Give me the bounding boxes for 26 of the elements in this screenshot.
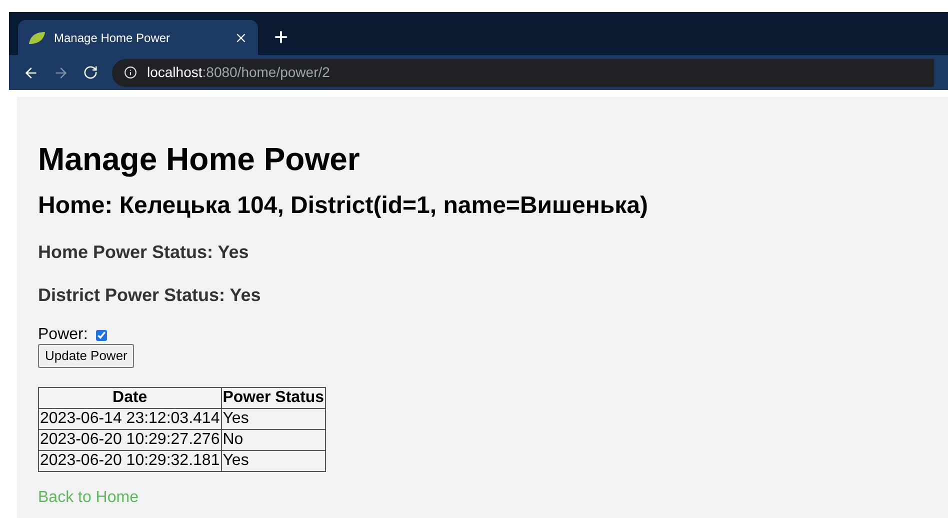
home-power-status: Home Power Status: Yes bbox=[38, 241, 249, 264]
leaf-icon bbox=[28, 30, 46, 44]
table-cell: 2023-06-20 10:29:27.276 bbox=[38, 429, 222, 450]
table-cell: 2023-06-14 23:12:03.414 bbox=[38, 408, 222, 429]
forward-icon[interactable] bbox=[53, 64, 69, 80]
info-icon bbox=[124, 66, 137, 79]
column-header: Date bbox=[38, 387, 222, 408]
table-cell: 2023-06-20 10:29:32.181 bbox=[38, 450, 222, 471]
reload-icon[interactable] bbox=[83, 65, 98, 80]
new-tab-icon[interactable] bbox=[272, 28, 290, 46]
home-heading: Home: Келецька 104, District(id=1, name=Вишенька) bbox=[38, 191, 648, 221]
back-icon[interactable] bbox=[23, 64, 39, 80]
table-cell: No bbox=[221, 429, 326, 450]
url-host: localhost bbox=[147, 64, 202, 80]
district-power-status: District Power Status: Yes bbox=[38, 284, 261, 306]
url-field[interactable]: localhost:8080/home/power/2 bbox=[112, 58, 934, 86]
column-header: Power Status bbox=[221, 387, 326, 408]
power-label: Power: bbox=[38, 326, 88, 344]
tab-title: Manage Home Power bbox=[54, 30, 172, 46]
update-power-button[interactable]: Update Power bbox=[38, 344, 134, 368]
url-path: :8080/home/power/2 bbox=[202, 64, 330, 80]
power-checkbox[interactable] bbox=[96, 330, 107, 340]
table-cell: Yes bbox=[221, 408, 326, 429]
page-title: Manage Home Power bbox=[38, 140, 360, 179]
table-cell: Yes bbox=[221, 450, 326, 471]
browser-tab[interactable]: Manage Home Power bbox=[18, 20, 258, 55]
